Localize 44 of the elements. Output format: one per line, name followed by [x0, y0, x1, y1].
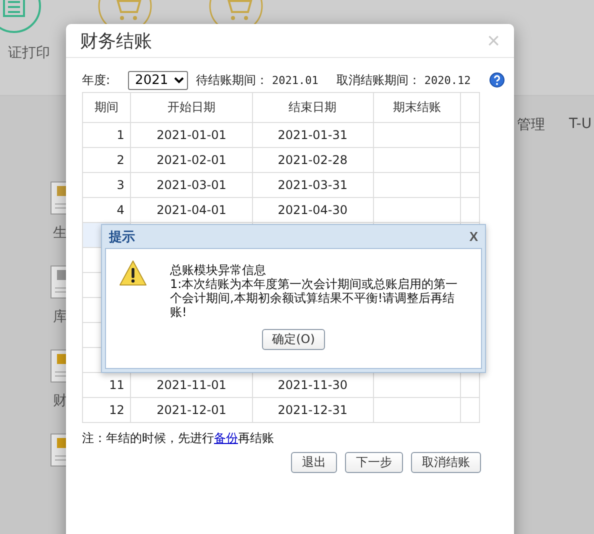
app-label: 证打印: [8, 44, 50, 62]
year-label: 年度:: [82, 72, 110, 88]
table-cell: 2021-12-01: [130, 398, 252, 422]
alert-heading: 总账模块异常信息: [170, 263, 267, 277]
year-select[interactable]: 2021: [128, 70, 188, 90]
table-cell: 2: [82, 148, 131, 172]
table-cell: 1: [82, 122, 131, 148]
backup-link[interactable]: 备份: [214, 431, 238, 445]
cancel-label: 取消结账期间：: [336, 72, 420, 88]
app-label: 财: [53, 392, 67, 410]
alert-message: 账!: [170, 305, 188, 319]
table-cell: 2021-02-28: [252, 148, 374, 172]
column-header: 结束日期: [252, 92, 374, 122]
alert-message: 1:本次结账为本年度第一次会计期间或总账启用的第一: [170, 277, 458, 291]
help-icon[interactable]: [488, 72, 505, 88]
ok-button[interactable]: 确定(O): [262, 329, 325, 350]
table-cell: 2021-01-01: [130, 122, 252, 148]
menu-item[interactable]: 管理: [517, 116, 545, 134]
app-label: 库: [53, 308, 67, 326]
table-cell: 2021-03-31: [252, 172, 374, 198]
table-cell: 2021-04-01: [130, 198, 252, 222]
dialog-button[interactable]: 退出: [291, 452, 337, 473]
warning-icon: [118, 259, 148, 287]
table-cell: 12: [82, 398, 131, 422]
column-header: 期末结账: [373, 92, 460, 122]
dialog-button[interactable]: 下一步: [345, 452, 403, 473]
column-header: 开始日期: [130, 92, 252, 122]
column-header: 期间: [82, 92, 131, 122]
table-cell: 2021-02-01: [130, 148, 252, 172]
table-cell: 2021-03-01: [130, 172, 252, 198]
table-cell: 2021-12-31: [252, 398, 374, 422]
pending-label: 待结账期间：: [196, 72, 268, 88]
backup-note: 注：年结的时候，先进行备份再结账: [82, 430, 275, 447]
dialog-title: 财务结账: [80, 30, 152, 52]
table-cell: 3: [82, 172, 131, 198]
table-cell: 2021-04-30: [252, 198, 374, 222]
table-cell: 2021-01-31: [252, 122, 374, 148]
dialog-button[interactable]: 取消结账: [411, 452, 481, 473]
alert-message: 个会计期间,本期初余额试算结果不平衡!请调整后再结: [170, 291, 456, 305]
cancel-period: 2020.12: [424, 74, 471, 86]
app-label: 生: [53, 224, 67, 242]
pending-period: 2021.01: [272, 74, 318, 86]
menu-item[interactable]: T-U: [569, 116, 592, 134]
alert-title: 提示: [109, 228, 135, 246]
